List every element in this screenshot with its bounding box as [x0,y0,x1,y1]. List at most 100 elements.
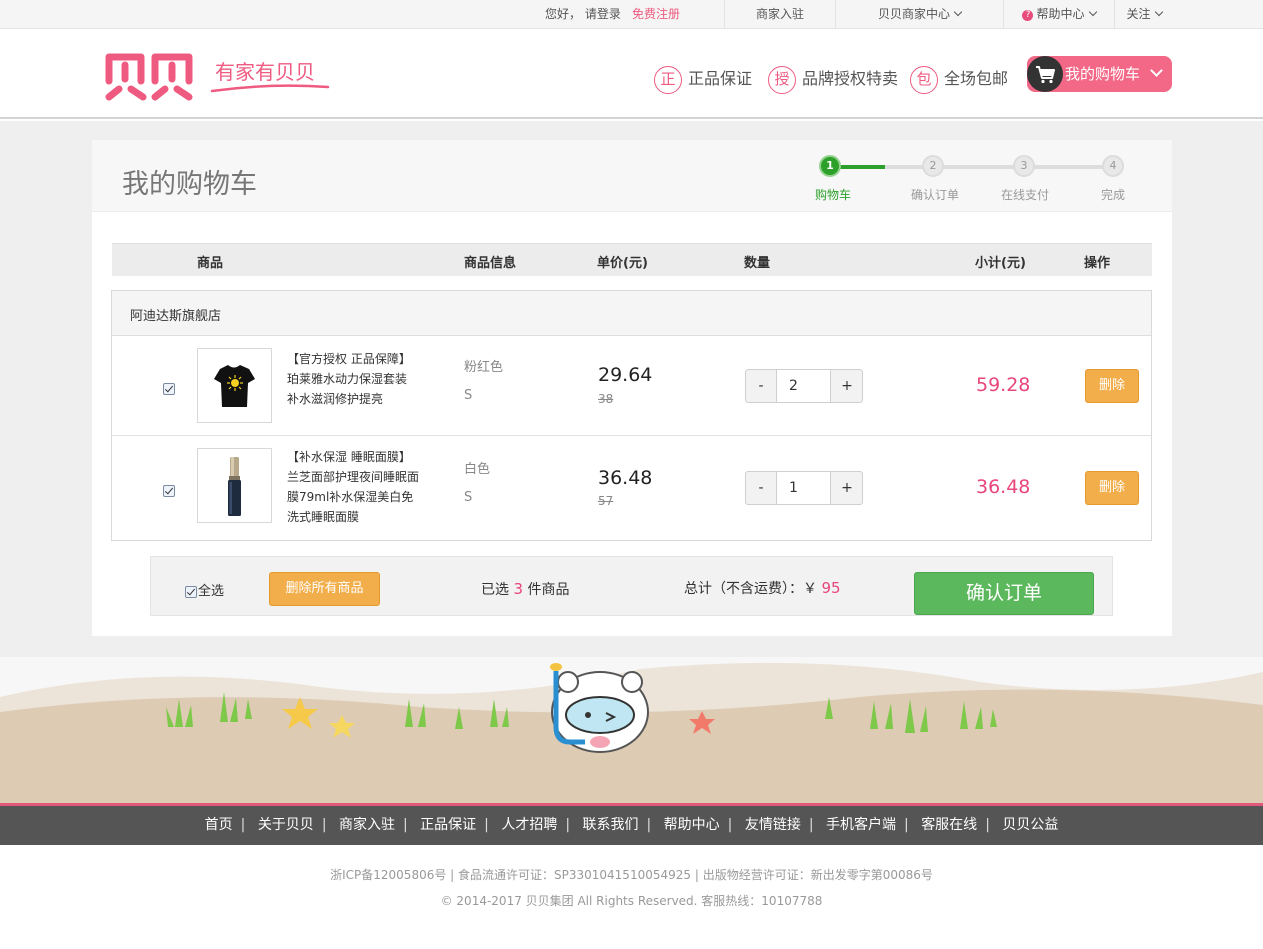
step-1-dot: 1 [819,155,841,177]
divider: | [565,817,571,833]
chevron-down-icon [1150,64,1163,77]
selected-prefix: 已选 [481,582,509,598]
product-name-line: 补水滋润修护提亮 [287,392,384,406]
order-total: 总计（不含运费）：￥ 95 [684,578,841,598]
help-center-label: 帮助中心 [1036,7,1085,21]
column-header-product: 商品 [197,256,224,271]
select-all[interactable]: 全选 [185,580,224,599]
beach-illustration [0,657,1263,805]
footer-link-charity[interactable]: 贝贝公益 [1002,817,1058,833]
step-4-label: 完成 [1100,188,1125,202]
delete-button[interactable]: 删除 [1085,471,1139,505]
footer-link-authentic[interactable]: 正品保证 [420,817,476,833]
footer-link-contact[interactable]: 联系我们 [583,817,639,833]
cart-label: 我的购物车 [1065,65,1141,83]
shop-name[interactable]: 阿迪达斯旗舰店 [130,305,221,324]
divider: | [646,817,652,833]
step-3-label: 在线支付 [1000,188,1049,202]
decrease-button[interactable]: - [746,472,776,504]
feature-brand-authorized: 授品牌授权特卖 [768,64,898,94]
feature-label: 正品保证 [688,69,753,88]
decrease-button[interactable]: - [746,370,776,402]
shipping-icon: 包 [910,65,938,94]
footer-link-mobile[interactable]: 手机客户端 [826,817,896,833]
increase-button[interactable]: + [832,472,862,504]
follow-menu[interactable]: 关注 [1115,0,1173,28]
step-3-dot: 3 [1013,155,1035,177]
divider: | [985,817,990,833]
product-color: 粉红色 [464,360,504,375]
feature-free-shipping: 包全场包邮 [910,64,1008,94]
selected-count: 已选 3 件商品 [481,579,569,599]
chevron-down-icon [1088,7,1097,17]
product-name-line: 【补水保湿 睡眠面膜】 [287,450,411,464]
item-subtotal: 36.48 [976,476,1031,498]
total-label: 总计（不含运费）：￥ [684,581,817,597]
confirm-order-button[interactable]: 确认订单 [914,572,1094,615]
quantity-input[interactable]: 2 [776,370,831,402]
footer-link-friends[interactable]: 友情链接 [745,817,801,833]
progress-line-done [840,165,885,169]
progress-line [885,165,1115,169]
footer-link-service[interactable]: 客服在线 [921,817,977,833]
divider: | [240,817,246,833]
column-header-quantity: 数量 [744,256,771,271]
delete-button[interactable]: 删除 [1085,369,1139,403]
product-name-line: 兰芝面部护理夜间睡眠面 [287,470,420,484]
step-4-dot: 4 [1102,155,1124,177]
selected-number: 3 [513,580,523,598]
merchant-center-label: 贝贝商家中心 [877,7,950,21]
item-checkbox[interactable] [163,485,175,497]
register-link[interactable]: 免费注册 [632,0,692,28]
delete-all-button[interactable]: 删除所有商品 [269,572,380,606]
product-name[interactable]: 【补水保湿 睡眠面膜】 兰芝面部护理夜间睡眠面 膜79ml补水保湿美白免 洗式睡… [287,447,427,527]
shop-group: 阿迪达斯旗舰店 【官方授权 正品保障】 珀莱雅水动力保湿套装 补水滋润修护提亮 … [111,290,1152,541]
authentic-icon: 正 [654,65,682,94]
help-icon: ? [1022,10,1034,21]
cart-table-header: 商品 商品信息 单价(元) 数量 小计(元) 操作 [112,243,1152,276]
cart-item-row: 【官方授权 正品保障】 珀莱雅水动力保湿套装 补水滋润修护提亮 粉红色 S 29… [112,336,1151,436]
product-name[interactable]: 【官方授权 正品保障】 珀莱雅水动力保湿套装 补水滋润修护提亮 [287,349,427,409]
product-attributes: 白色 S [464,456,490,512]
tshirt-image [214,365,255,407]
item-checkbox[interactable] [163,383,175,395]
top-bar: 您好， 请登录 免费注册 商家入驻 贝贝商家中心 ? 帮助中心 关注 [0,0,1263,29]
select-all-checkbox[interactable] [185,585,197,598]
footer-link-about[interactable]: 关于贝贝 [258,817,314,833]
feature-authentic: 正正品保证 [654,64,752,94]
login-link[interactable]: 您好， 请登录 [545,0,625,28]
footer-link-help[interactable]: 帮助中心 [664,817,720,833]
column-header-price: 单价(元) [597,256,648,271]
product-size: S [464,388,473,403]
quantity-input[interactable]: 1 [776,472,831,504]
site-header: 有家有贝贝 正正品保证 授品牌授权特卖 包全场包邮 我的购物车 [0,29,1263,119]
footer-link-home[interactable]: 首页 [205,817,233,833]
my-cart-button[interactable]: 我的购物车 [1027,56,1172,92]
product-name-line: 珀莱雅水动力保湿套装 [287,372,408,386]
divider: | [808,817,814,833]
shop-header: 阿迪达斯旗舰店 [112,291,1151,336]
product-attributes: 粉红色 S [464,354,503,410]
product-thumbnail[interactable] [197,348,272,423]
step-2-dot: 2 [922,155,944,177]
chevron-down-icon [953,7,963,17]
total-amount: 95 [821,579,841,597]
page-title: 我的购物车 [122,169,257,200]
increase-button[interactable]: + [832,370,862,402]
original-price: 57 [598,494,614,508]
footer-link-merchant[interactable]: 商家入驻 [339,817,395,833]
footer-link-jobs[interactable]: 人才招聘 [501,817,557,833]
step-2-label: 确认订单 [910,188,959,202]
beibei-logo[interactable] [103,49,198,101]
product-name-line: 膜79ml补水保湿美白免 [287,490,414,504]
product-thumbnail[interactable] [197,448,272,523]
column-header-info: 商品信息 [464,256,517,271]
merchant-join-link[interactable]: 商家入驻 [725,0,835,28]
help-center-menu[interactable]: ? 帮助中心 [1004,0,1114,28]
divider: | [727,817,733,833]
merchant-center-menu[interactable]: 贝贝商家中心 [836,0,1003,28]
authorized-icon: 授 [768,65,796,94]
slogan-underline [210,84,330,93]
cart-item-row: 【补水保湿 睡眠面膜】 兰芝面部护理夜间睡眠面 膜79ml补水保湿美白免 洗式睡… [112,436,1151,540]
cart-summary-bar: 全选 删除所有商品 已选 3 件商品 总计（不含运费）：￥ 95 确认订单 [150,556,1113,616]
